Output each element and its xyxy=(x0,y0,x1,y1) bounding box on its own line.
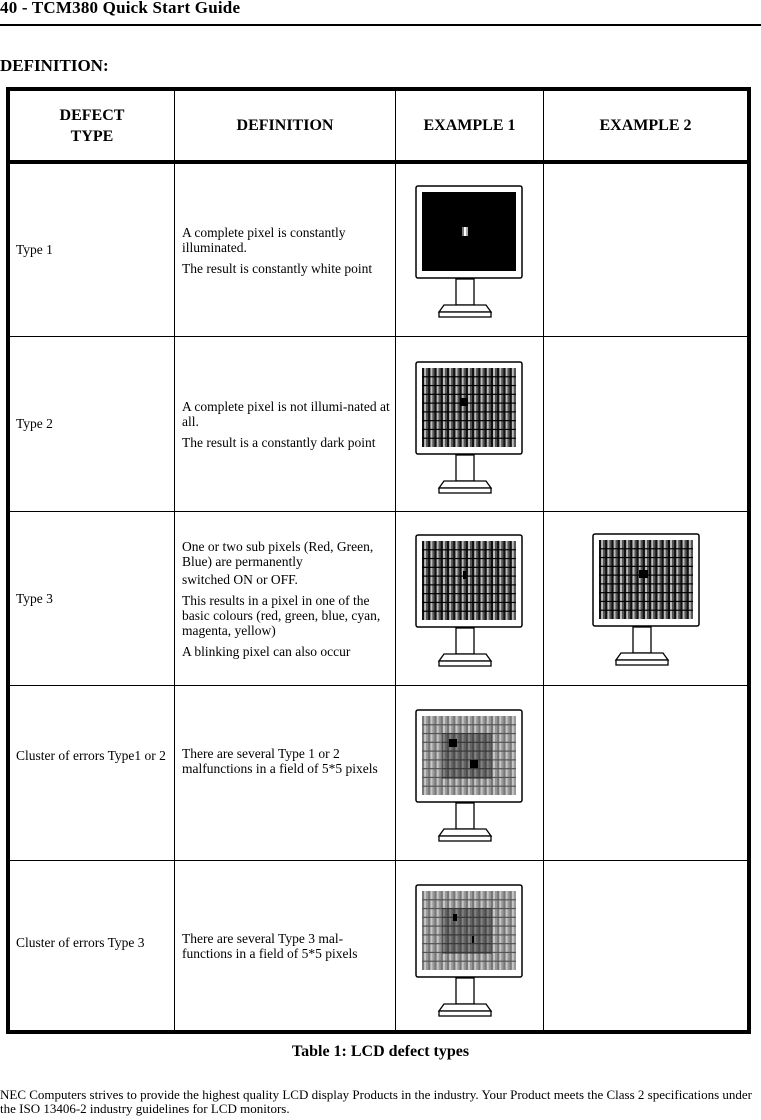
column-header-example-1: EXAMPLE 1 xyxy=(423,117,516,134)
defect-pixel xyxy=(470,760,478,768)
monitor-screen xyxy=(422,192,516,271)
defect-pixel xyxy=(464,227,466,236)
monitor-illustration xyxy=(592,533,700,666)
defect-pixel xyxy=(463,571,466,579)
definition-text: There are several Type 3 mal-functions i… xyxy=(182,931,358,961)
defect-table: DEFECT TYPE DEFINITION EXAMPLE 1 EXAMPLE… xyxy=(6,87,751,1034)
defect-pixel xyxy=(472,936,474,943)
section-title: DEFINITION: xyxy=(0,56,109,75)
definition-text: One or two sub pixels (Red, Green, Blue)… xyxy=(182,538,374,569)
table-border-bottom xyxy=(6,1030,751,1034)
definition-text: The result is constantly white point xyxy=(182,260,373,276)
monitor-illustration xyxy=(415,709,523,842)
cluster-field xyxy=(442,908,492,954)
defect-pixel xyxy=(639,570,648,578)
definition-cell: There are several Type 3 mal-functions i… xyxy=(182,861,390,1030)
monitor-illustration xyxy=(415,884,523,1017)
monitor-screen xyxy=(422,368,516,447)
defect-type-cell: Cluster of errors Type1 or 2 xyxy=(16,748,166,763)
defect-type-cell: Cluster of errors Type 3 xyxy=(16,935,145,950)
definition-text: A blinking pixel can also occur xyxy=(182,643,351,659)
definition-text: This results in a pixel in one of the ba… xyxy=(182,592,381,638)
monitor-screen xyxy=(422,891,516,970)
column-header-line: DEFECT xyxy=(59,106,125,124)
monitor-illustration xyxy=(415,534,523,667)
table-border-right xyxy=(747,87,751,1034)
table-border-left xyxy=(6,87,10,1034)
monitor-screen xyxy=(422,716,516,795)
defect-pixel xyxy=(460,398,468,406)
defect-type-cell: Type 3 xyxy=(16,590,53,606)
defect-pixel xyxy=(453,914,457,921)
column-divider xyxy=(174,87,175,1034)
defect-pixel xyxy=(449,739,457,747)
column-header-example-2: EXAMPLE 2 xyxy=(599,117,692,134)
defect-pixel xyxy=(466,227,468,236)
definition-cell: A complete pixel is constantly illuminat… xyxy=(182,164,390,336)
column-header-definition: DEFINITION xyxy=(236,117,334,134)
definition-text: switched ON or OFF. xyxy=(182,571,298,587)
monitor-illustration xyxy=(415,185,523,318)
monitor-illustration xyxy=(415,361,523,494)
definition-cell: There are several Type 1 or 2 malfunctio… xyxy=(182,686,390,860)
column-header-line: TYPE xyxy=(70,127,114,145)
monitor-screen xyxy=(422,541,516,620)
column-divider xyxy=(543,87,544,1034)
defect-pixel xyxy=(462,227,464,236)
footer-paragraph: NEC Computers strives to provide the hig… xyxy=(0,1087,752,1116)
running-head: 40 - TCM380 Quick Start Guide xyxy=(0,0,241,17)
column-divider xyxy=(395,87,396,1034)
definition-cell: A complete pixel is not illumi-nated at … xyxy=(182,337,390,511)
definition-text: A complete pixel is not illumi-nated at … xyxy=(182,398,390,429)
defect-type-cell: Type 2 xyxy=(16,416,53,431)
definition-text: The result is a constantly dark point xyxy=(182,434,376,450)
table-caption: Table 1: LCD defect types xyxy=(291,1043,470,1060)
header-rule xyxy=(0,24,761,26)
column-header-defect-type: DEFECT TYPE xyxy=(10,91,174,160)
monitor-screen xyxy=(599,540,693,619)
definition-text: There are several Type 1 or 2 malfunctio… xyxy=(182,746,378,776)
defect-type-cell: Type 1 xyxy=(16,242,53,257)
definition-cell: One or two sub pixels (Red, Green, Blue)… xyxy=(182,512,390,685)
definition-text: A complete pixel is constantly illuminat… xyxy=(182,224,346,255)
